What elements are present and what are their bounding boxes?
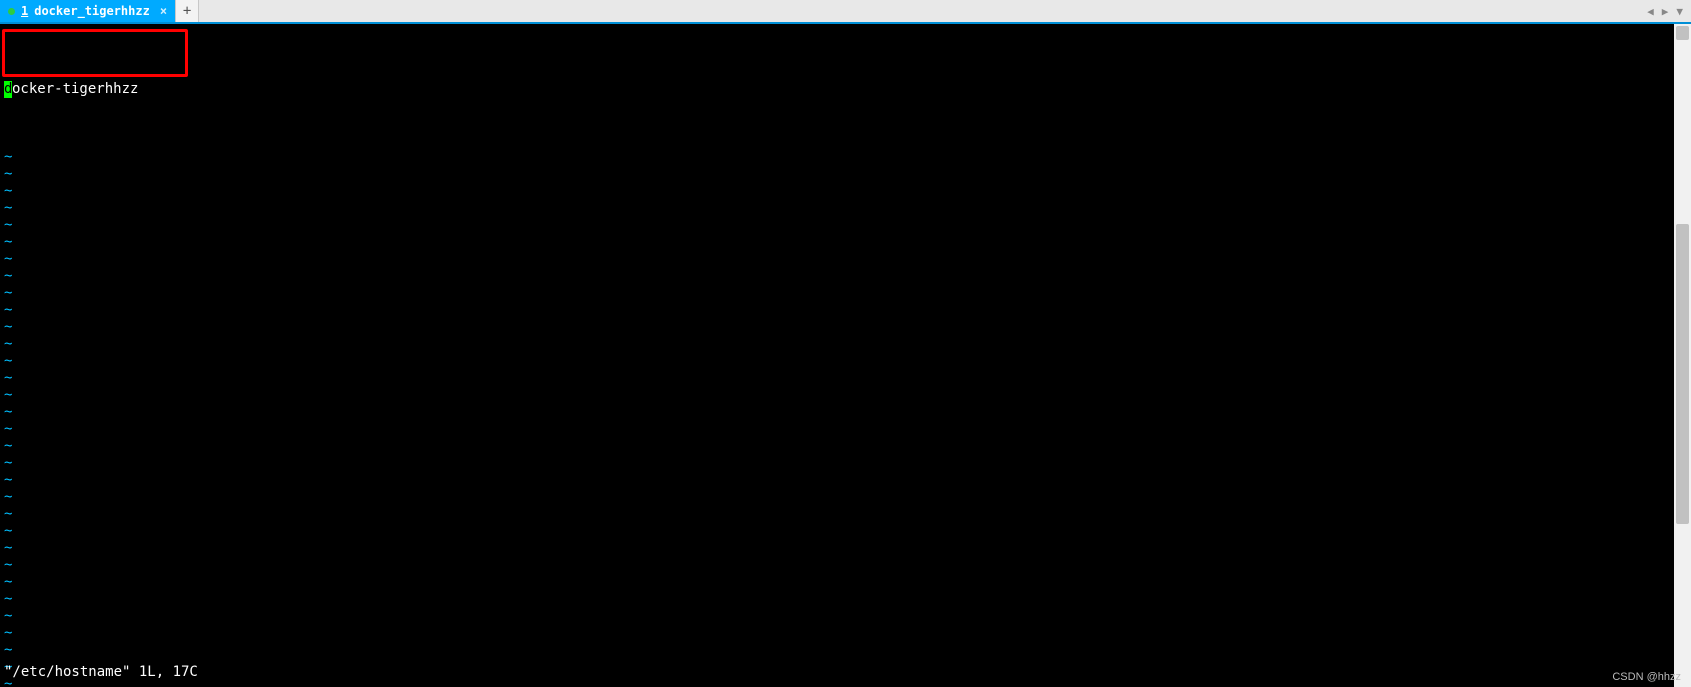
editor-line-1: docker-tigerhhzz <box>4 81 1670 98</box>
tab-next-icon[interactable]: ▶ <box>1660 5 1671 18</box>
empty-line-tilde: ~ <box>4 574 1670 591</box>
empty-line-tilde: ~ <box>4 404 1670 421</box>
empty-line-tilde: ~ <box>4 285 1670 302</box>
empty-line-tilde: ~ <box>4 438 1670 455</box>
line-text: ocker-tigerhhzz <box>12 81 138 97</box>
tab-title: docker_tigerhhzz <box>34 4 150 18</box>
close-icon[interactable]: × <box>160 4 167 18</box>
empty-line-tilde: ~ <box>4 608 1670 625</box>
vim-status-line: "/etc/hostname" 1L, 17C <box>4 664 198 681</box>
empty-line-tilde: ~ <box>4 217 1670 234</box>
empty-line-tilde: ~ <box>4 523 1670 540</box>
empty-line-tilde: ~ <box>4 540 1670 557</box>
empty-line-tilde: ~ <box>4 234 1670 251</box>
empty-line-tilde: ~ <box>4 268 1670 285</box>
empty-line-tilde: ~ <box>4 302 1670 319</box>
tab-prev-icon[interactable]: ◀ <box>1645 5 1656 18</box>
empty-line-tilde: ~ <box>4 251 1670 268</box>
tab-docker-tigerhhzz[interactable]: 1 docker_tigerhhzz × <box>0 0 175 22</box>
cursor: d <box>4 81 12 98</box>
tab-menu-icon[interactable]: ▼ <box>1674 5 1685 18</box>
empty-line-tilde: ~ <box>4 591 1670 608</box>
terminal[interactable]: docker-tigerhhzz ~~~~~~~~~~~~~~~~~~~~~~~… <box>0 24 1674 687</box>
empty-line-tilde: ~ <box>4 370 1670 387</box>
empty-line-tilde: ~ <box>4 625 1670 642</box>
empty-line-tilde: ~ <box>4 659 1670 676</box>
empty-line-tilde: ~ <box>4 472 1670 489</box>
empty-line-tilde: ~ <box>4 506 1670 523</box>
empty-line-tilde: ~ <box>4 676 1670 687</box>
empty-line-tilde: ~ <box>4 149 1670 166</box>
empty-line-tilde: ~ <box>4 183 1670 200</box>
empty-line-tilde: ~ <box>4 387 1670 404</box>
tabbar-right-controls: ◀ ▶ ▼ <box>1639 0 1691 22</box>
empty-line-tilde: ~ <box>4 336 1670 353</box>
empty-line-tilde: ~ <box>4 642 1670 659</box>
empty-line-tilde: ~ <box>4 200 1670 217</box>
empty-line-tilde: ~ <box>4 353 1670 370</box>
empty-line-tilde: ~ <box>4 319 1670 336</box>
empty-line-tilde: ~ <box>4 166 1670 183</box>
tab-index: 1 <box>21 4 28 18</box>
terminal-container: docker-tigerhhzz ~~~~~~~~~~~~~~~~~~~~~~~… <box>0 24 1691 687</box>
empty-line-tilde: ~ <box>4 455 1670 472</box>
empty-line-tilde: ~ <box>4 489 1670 506</box>
scrollbar-thumb[interactable] <box>1676 224 1689 524</box>
tab-bar: 1 docker_tigerhhzz × + ◀ ▶ ▼ <box>0 0 1691 24</box>
scrollbar-arrow-up-icon[interactable] <box>1676 26 1689 40</box>
add-tab-button[interactable]: + <box>175 0 199 22</box>
tabbar-spacer <box>199 0 1639 22</box>
vertical-scrollbar[interactable] <box>1674 24 1691 687</box>
empty-line-tilde: ~ <box>4 557 1670 574</box>
connection-dot-icon <box>8 8 15 15</box>
empty-line-tilde: ~ <box>4 421 1670 438</box>
